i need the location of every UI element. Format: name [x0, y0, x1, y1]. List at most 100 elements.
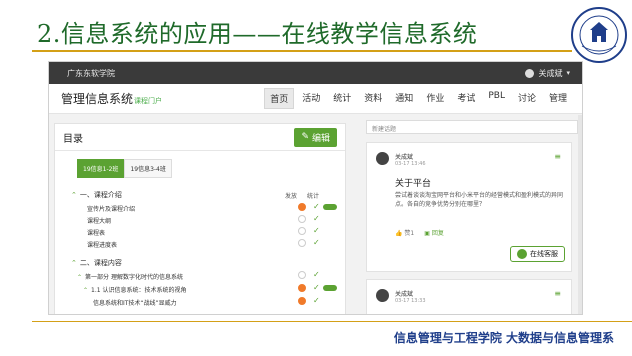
menu-notice[interactable]: 通知: [390, 88, 418, 109]
menu-stats[interactable]: 统计: [328, 88, 356, 109]
item-label: 宣传片及课程介绍: [87, 206, 136, 213]
edit-label: 编辑: [311, 133, 330, 144]
topic-author: 关成斌: [395, 154, 414, 161]
item-label: 课程进度表: [87, 242, 118, 249]
stats-toggle[interactable]: [323, 285, 337, 291]
course-title: 管理信息系统: [61, 92, 134, 106]
item-label: 第一部分 理解数字化时代的信息系统: [85, 274, 183, 281]
topic-body: 尝试着谈谈淘宝网平台和小米平台的经营模式和盈利模式的异同点。各自的竞争优势分别在…: [395, 192, 564, 208]
check-icon: ✓: [313, 238, 320, 247]
check-icon: ✓: [313, 283, 320, 292]
school-name: 广东东软学院: [67, 68, 115, 78]
edit-button[interactable]: ✎ 编辑: [294, 127, 337, 147]
publish-status-icon[interactable]: [298, 271, 306, 279]
chevron-up-icon: ⌃: [71, 191, 77, 199]
catalog-title: 目录: [63, 133, 83, 145]
section-label: 一、课程介绍: [79, 191, 122, 199]
menu-activity[interactable]: 活动: [297, 88, 325, 109]
menu-homework[interactable]: 作业: [421, 88, 449, 109]
check-icon: ✓: [313, 270, 320, 279]
reply-label: 回复: [431, 230, 444, 237]
catalog-columns: 发放 统计: [285, 191, 319, 200]
main-menu: 首页 活动 统计 资料 通知 作业 考试 PBL 讨论 管理: [261, 88, 572, 109]
avatar: [376, 289, 389, 302]
slide-title: 2.信息系统的应用——在线教学信息系统: [37, 20, 478, 48]
scrollbar[interactable]: [578, 115, 582, 314]
menu-materials[interactable]: 资料: [359, 88, 387, 109]
user-name: 关成斌: [538, 68, 563, 78]
col-stats: 统计: [306, 193, 319, 200]
catalog-header: 目录 ✎ 编辑: [55, 124, 345, 150]
item-label: 课程大纲: [87, 218, 112, 225]
list-item[interactable]: ⌃ 1.1 认识信息系统：技术系统的视角 ✓: [55, 283, 345, 295]
publish-status-icon[interactable]: [298, 239, 306, 247]
top-bar: 广东东软学院 关成斌 ▾: [49, 62, 582, 84]
tab-class-1-2[interactable]: 19信息1-2班: [77, 159, 125, 178]
chevron-up-icon: ⌃: [77, 274, 83, 281]
chevron-up-icon: ⌃: [71, 259, 77, 267]
slide: 2.信息系统的应用——在线教学信息系统 广东东软学院 关成斌 ▾ 管理信息系统 …: [0, 0, 632, 356]
list-item[interactable]: 课程大纲 ✓: [55, 214, 345, 226]
topic-card[interactable]: 关成斌 03-17 13:46 ≡ 关于平台 尝试着谈谈淘宝网平台和小米平台的经…: [366, 142, 572, 272]
course-portal-label: 课程门户: [134, 97, 163, 105]
publish-status-icon[interactable]: [298, 297, 306, 305]
publish-status-icon[interactable]: [298, 215, 306, 223]
menu-icon[interactable]: ≡: [554, 152, 561, 161]
item-label: 1.1 认识信息系统：技术系统的视角: [91, 287, 187, 294]
footer-text: 信息管理与工程学院 大数据与信息管理系: [393, 331, 614, 345]
list-item[interactable]: ⌃ 第一部分 理解数字化时代的信息系统 ✓: [55, 270, 345, 282]
avatar: [376, 152, 389, 165]
catalog-panel: 目录 ✎ 编辑 19信息1-2班 19信息3-4班 ⌃ 一、课程介绍 宣传片及课…: [54, 123, 346, 314]
main-content: 目录 ✎ 编辑 19信息1-2班 19信息3-4班 ⌃ 一、课程介绍 宣传片及课…: [49, 115, 582, 314]
title-divider: [32, 50, 572, 52]
section-label: 二、课程内容: [79, 259, 122, 267]
item-label: 信息系统和IT技术“战线”显威力: [93, 300, 177, 307]
topic-card[interactable]: 关成斌 03-17 13:33 ≡: [366, 279, 572, 314]
reply-button[interactable]: ▣ 回复: [424, 228, 444, 237]
publish-status-icon[interactable]: [298, 227, 306, 235]
class-tabs: 19信息1-2班 19信息3-4班: [55, 151, 345, 178]
list-item[interactable]: 课程表 ✓: [55, 226, 345, 238]
discussion-panel: 新建话题 关成斌 03-17 13:46 ≡ 关于平台 尝试着谈谈淘宝网平台和小…: [366, 120, 578, 314]
comment-icon: ▣: [424, 230, 430, 237]
publish-status-icon[interactable]: [298, 203, 306, 211]
stats-toggle[interactable]: [323, 204, 337, 210]
topic-author: 关成斌: [395, 291, 414, 298]
menu-manage[interactable]: 管理: [544, 88, 572, 109]
pencil-icon: ✎: [301, 132, 309, 142]
new-topic-input[interactable]: 新建话题: [366, 120, 578, 134]
topic-time: 03-17 13:33: [395, 298, 426, 304]
list-item[interactable]: 课程进度表 ✓: [55, 238, 345, 250]
like-button[interactable]: 👍 赞1: [395, 228, 414, 237]
check-icon: ✓: [313, 226, 320, 235]
user-menu[interactable]: 关成斌 ▾: [525, 68, 570, 79]
menu-exam[interactable]: 考试: [452, 88, 480, 109]
menu-discussion[interactable]: 讨论: [513, 88, 541, 109]
menu-icon[interactable]: ≡: [554, 289, 561, 298]
university-seal-icon: [571, 7, 627, 63]
thumbs-up-icon: 👍: [395, 230, 403, 237]
menu-pbl[interactable]: PBL: [483, 88, 510, 109]
topic-actions: 👍 赞1 ▣ 回复: [395, 228, 444, 237]
like-label: 赞1: [404, 230, 415, 237]
app-screenshot: 广东东软学院 关成斌 ▾ 管理信息系统 课程门户 首页 活动 统计 资料 通知 …: [48, 61, 583, 315]
headset-icon: [517, 249, 527, 259]
nav-bar: 管理信息系统 课程门户 首页 活动 统计 资料 通知 作业 考试 PBL 讨论 …: [49, 84, 582, 114]
online-service-button[interactable]: 在线客服: [510, 246, 565, 262]
publish-status-icon[interactable]: [298, 284, 306, 292]
topic-title[interactable]: 关于平台: [395, 176, 431, 189]
check-icon: ✓: [313, 214, 320, 223]
chevron-down-icon: ▾: [566, 69, 570, 77]
chevron-up-icon: ⌃: [83, 287, 89, 294]
footer-divider: [32, 321, 632, 322]
menu-home[interactable]: 首页: [264, 88, 295, 109]
course-brand[interactable]: 管理信息系统 课程门户: [61, 90, 162, 107]
online-service-label: 在线客服: [530, 250, 558, 258]
topic-time: 03-17 13:46: [395, 161, 426, 167]
section-row[interactable]: ⌃ 二、课程内容: [55, 256, 345, 268]
check-icon: ✓: [313, 296, 320, 305]
check-icon: ✓: [313, 202, 320, 211]
list-item[interactable]: 宣传片及课程介绍 ✓: [55, 202, 345, 214]
list-item[interactable]: 信息系统和IT技术“战线”显威力 ✓: [55, 296, 345, 308]
tab-class-3-4[interactable]: 19信息3-4班: [124, 159, 172, 178]
